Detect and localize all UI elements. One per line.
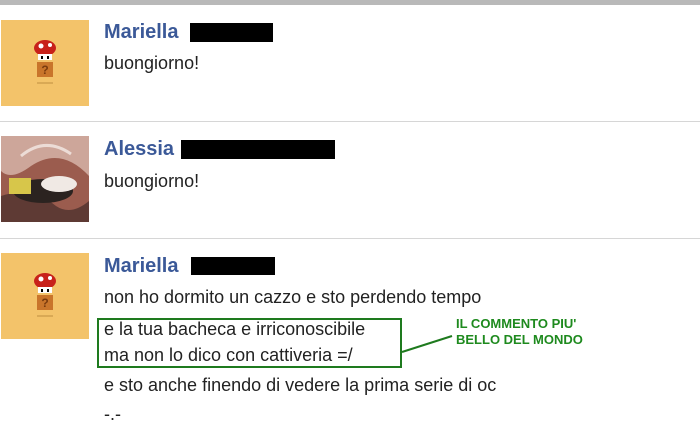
annotation-line-1: IL COMMENTO PIU' — [456, 316, 577, 331]
annotation-line-2: BELLO DEL MONDO — [456, 332, 583, 347]
annotation-label: IL COMMENTO PIU' BELLO DEL MONDO — [456, 316, 583, 348]
annotation-connector — [401, 335, 453, 353]
